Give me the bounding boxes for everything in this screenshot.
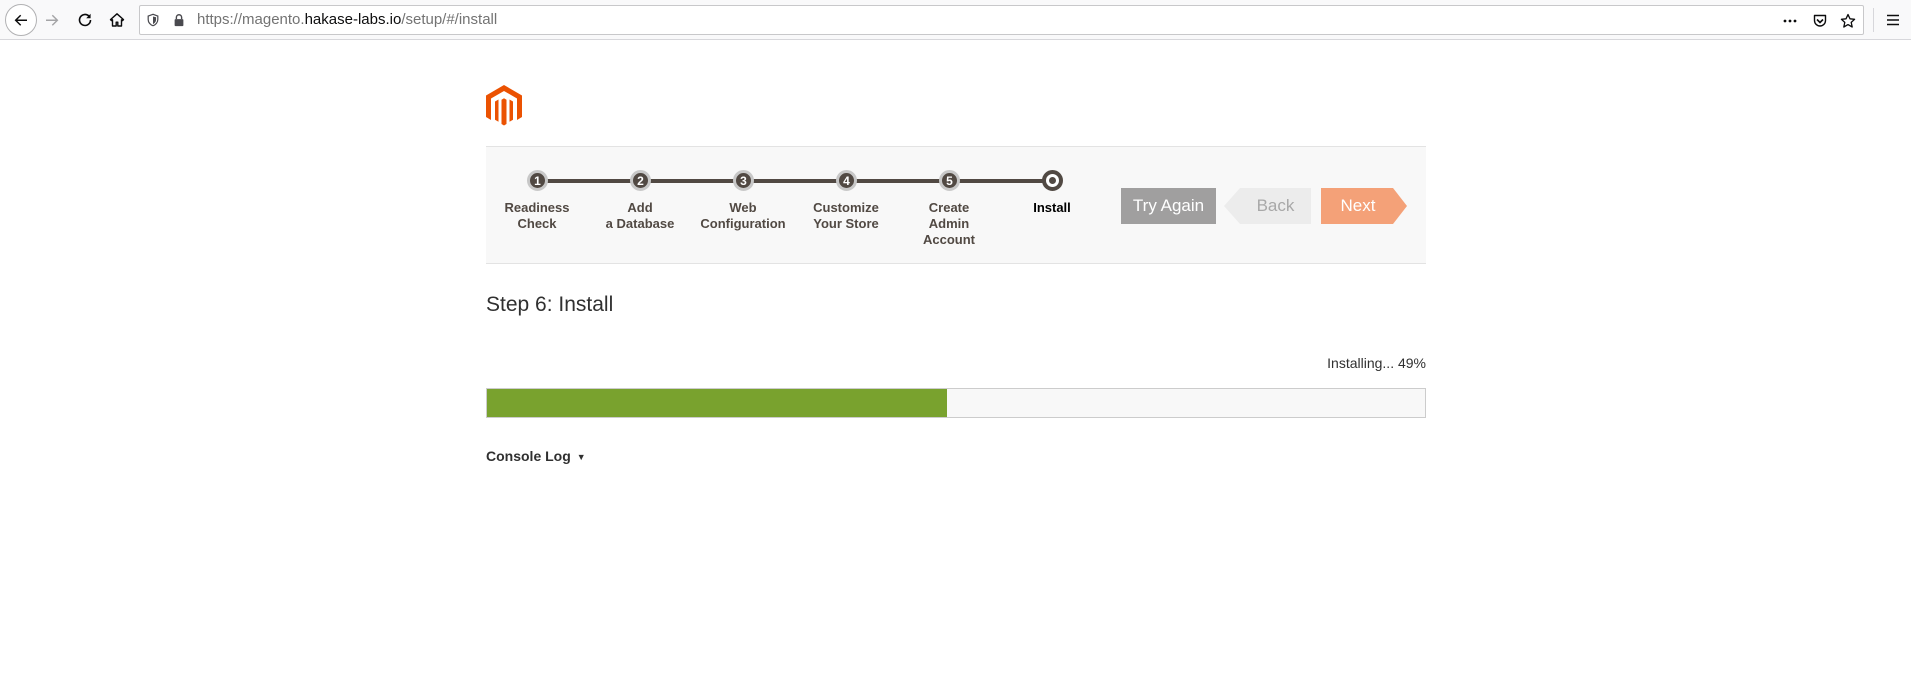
step-4-marker[interactable]: 4 xyxy=(836,170,857,191)
address-bar[interactable]: https://magento.hakase-labs.io/setup/#/i… xyxy=(139,5,1864,35)
forward-arrow-icon[interactable] xyxy=(38,6,66,34)
hamburger-menu-icon[interactable] xyxy=(1879,6,1907,34)
step-1-label[interactable]: Readiness Check xyxy=(482,200,592,232)
wizard-progress-line xyxy=(537,179,1053,183)
lock-icon[interactable] xyxy=(171,12,187,28)
more-actions-icon[interactable] xyxy=(1779,10,1801,32)
shield-icon[interactable] xyxy=(145,12,161,28)
step-5-label[interactable]: Create Admin Account xyxy=(894,200,1004,248)
url-host: hakase-labs.io xyxy=(304,11,402,28)
progress-bar xyxy=(486,388,1426,418)
reload-icon[interactable] xyxy=(71,6,99,34)
url-text[interactable]: https://magento.hakase-labs.io/setup/#/i… xyxy=(197,6,497,34)
back-button[interactable]: Back xyxy=(1224,188,1311,224)
progress-status-text: Installing... 49% xyxy=(1327,355,1426,371)
step-2-label[interactable]: Add a Database xyxy=(585,200,695,232)
caret-down-icon: ▼ xyxy=(576,452,586,462)
console-log-toggle[interactable]: Console Log ▼ xyxy=(486,448,586,464)
home-icon[interactable] xyxy=(103,6,131,34)
step-3-label[interactable]: Web Configuration xyxy=(688,200,798,232)
console-log-label: Console Log xyxy=(486,448,571,464)
pocket-icon[interactable] xyxy=(1809,10,1831,32)
bookmark-star-icon[interactable] xyxy=(1837,10,1859,32)
page-title: Step 6: Install xyxy=(486,293,614,316)
step-2-marker[interactable]: 2 xyxy=(630,170,651,191)
try-again-button[interactable]: Try Again xyxy=(1121,188,1216,224)
url-prefix: https://magento. xyxy=(197,11,305,28)
browser-toolbar: https://magento.hakase-labs.io/setup/#/i… xyxy=(0,0,1911,40)
progress-bar-fill xyxy=(487,389,947,417)
back-arrow-icon[interactable] xyxy=(5,4,37,36)
magento-logo xyxy=(486,85,522,126)
step-1-marker[interactable]: 1 xyxy=(527,170,548,191)
next-button[interactable]: Next xyxy=(1321,188,1407,224)
step-6-label: Install xyxy=(1033,200,1071,215)
step-4-label[interactable]: Customize Your Store xyxy=(791,200,901,232)
step-3-marker[interactable]: 3 xyxy=(733,170,754,191)
toolbar-separator xyxy=(1873,8,1874,32)
url-path: /setup/#/install xyxy=(401,11,498,28)
step-5-marker[interactable]: 5 xyxy=(939,170,960,191)
step-6-marker-active xyxy=(1042,170,1063,191)
